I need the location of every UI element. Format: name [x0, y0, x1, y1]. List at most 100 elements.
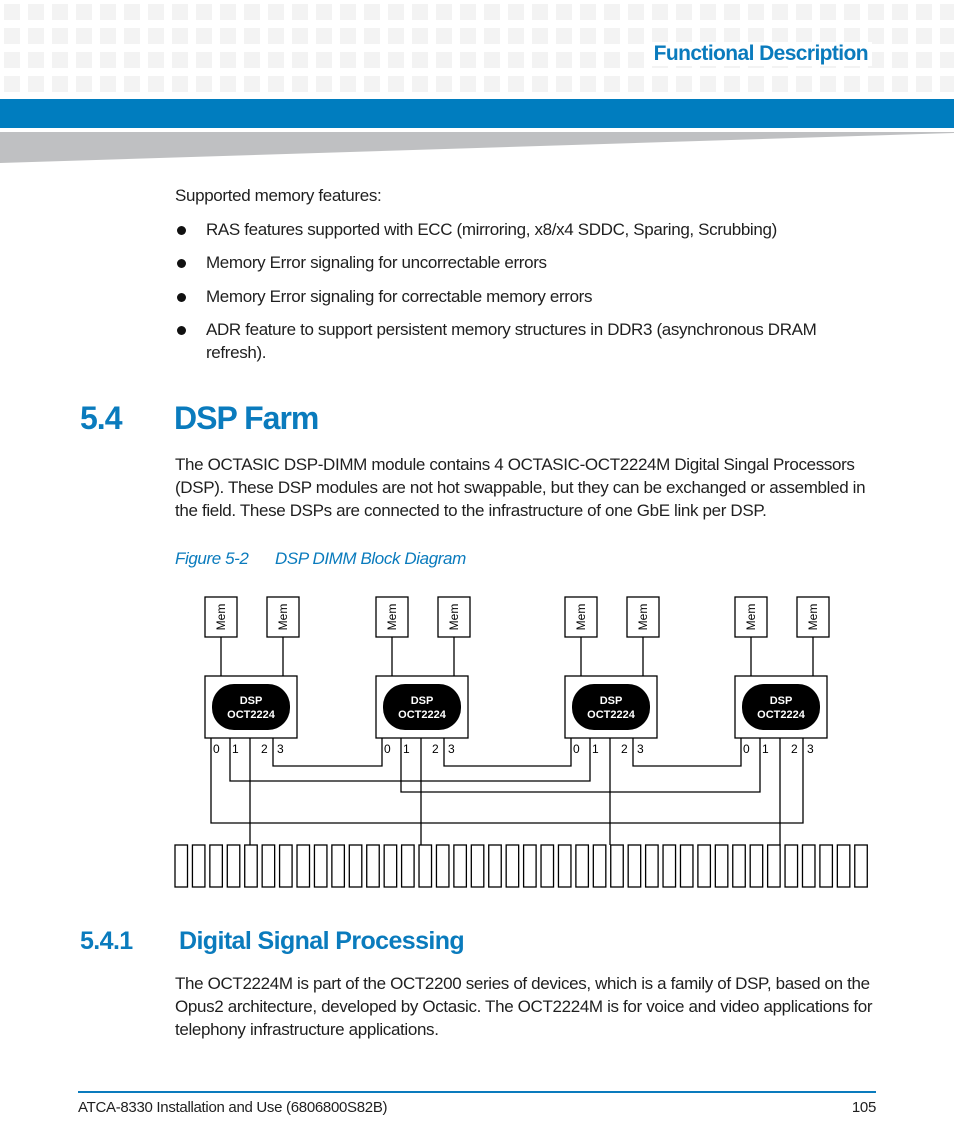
header-tile — [4, 76, 20, 92]
header-tile — [436, 76, 452, 92]
memory-module: Mem — [266, 596, 300, 676]
connector-pin — [540, 844, 555, 888]
dsp-model-label: OCT2224 — [398, 709, 447, 721]
connector-pin — [366, 844, 380, 888]
dsp-block: DSP OCT2224 0 1 2 3 — [204, 675, 298, 756]
link-line — [400, 738, 761, 793]
header-tile — [292, 76, 308, 92]
section-number: 5.4 — [80, 400, 122, 436]
memory-label: Mem — [806, 604, 820, 631]
header-tile — [268, 76, 284, 92]
memory-label: Mem — [385, 604, 399, 631]
memory-module: Mem — [564, 596, 598, 676]
memory-label: Mem — [636, 604, 650, 631]
connector-pin — [383, 844, 398, 888]
figure-caption: DSP DIMM Block Diagram — [275, 549, 466, 568]
header-tile — [844, 4, 860, 20]
header-tile — [820, 4, 836, 20]
connector-pin — [522, 844, 537, 888]
connector-pin — [331, 844, 346, 888]
header-tile — [364, 52, 380, 68]
port-label: 2 — [261, 742, 268, 756]
header-tile — [676, 4, 692, 20]
header-tile — [196, 76, 212, 92]
port-label: 0 — [573, 742, 580, 756]
header-tile — [268, 4, 284, 20]
dsp-block: DSP OCT2224 0 1 2 3 — [375, 675, 469, 756]
connector-pin — [801, 844, 816, 888]
header-tile — [76, 52, 92, 68]
dsp-model-label: OCT2224 — [227, 709, 276, 721]
bullet-item: Memory Error signaling for correctable m… — [175, 285, 875, 308]
link-line — [272, 738, 383, 767]
header-tile — [52, 4, 68, 20]
connector-pin — [313, 844, 328, 888]
connector-pin — [766, 844, 781, 888]
memory-module: Mem — [204, 596, 238, 676]
header-tile — [28, 4, 44, 20]
connector-pin — [261, 844, 276, 888]
bullet-icon — [177, 293, 186, 302]
header-tile — [556, 28, 572, 44]
connector-pin — [191, 844, 206, 888]
header-tile — [100, 28, 116, 44]
dsp-chip — [383, 684, 461, 730]
header-tile — [244, 76, 260, 92]
header-tile — [100, 76, 116, 92]
header-tile — [892, 76, 908, 92]
port-label: 0 — [213, 742, 220, 756]
header-tile — [436, 52, 452, 68]
bullet-item: Memory Error signaling for uncorrectable… — [175, 251, 875, 274]
connector-pin — [418, 844, 433, 888]
bullet-icon — [177, 259, 186, 268]
header-tile — [748, 76, 764, 92]
header-tile — [52, 76, 68, 92]
connector-pin — [732, 844, 746, 888]
port-label: 1 — [403, 742, 410, 756]
dsp-dimm-block-diagram: Mem MemDSPOCT22240 1 2 3Mem MemDSPOCT22240 1 2 3… — [174, 596, 868, 888]
header-tile — [292, 52, 308, 68]
section-title: DSP Farm — [174, 400, 319, 436]
header-tile — [460, 52, 476, 68]
dsp-label: DSP — [770, 695, 793, 707]
connector-pin — [592, 844, 607, 888]
connector-pin — [697, 844, 712, 888]
connector-pin — [505, 844, 520, 888]
dsp-block: DSP OCT2224 0 1 2 3 — [564, 675, 658, 756]
header-gray-wedge — [0, 132, 954, 163]
header-tile — [148, 52, 164, 68]
header-tile — [172, 76, 188, 92]
header-tile — [868, 76, 884, 92]
connector-pin — [453, 844, 468, 888]
connector-pin — [400, 844, 415, 888]
connector-pin — [662, 844, 677, 888]
header-tile — [148, 76, 164, 92]
connector-pin — [610, 844, 624, 888]
connector-pin — [784, 844, 799, 888]
port-label: 1 — [762, 742, 769, 756]
header-tile — [916, 52, 932, 68]
header-tile — [52, 52, 68, 68]
dsp-label: DSP — [240, 695, 263, 707]
header-tile — [76, 28, 92, 44]
header-tile — [700, 76, 716, 92]
header-tile — [340, 28, 356, 44]
header-accent-band — [0, 99, 954, 128]
header-tile — [340, 4, 356, 20]
header-tile — [28, 52, 44, 68]
header-tile — [412, 4, 428, 20]
header-tile — [484, 4, 500, 20]
footer-rule — [78, 1091, 876, 1093]
link-line — [229, 738, 591, 782]
header-tile — [916, 4, 932, 20]
bullet-text: Memory Error signaling for correctable m… — [206, 287, 593, 306]
header-tile — [940, 4, 954, 20]
connector-pin — [836, 844, 851, 888]
bullet-text: RAS features supported with ECC (mirrori… — [206, 220, 777, 239]
header-tile — [844, 76, 860, 92]
dsp-label: DSP — [411, 695, 434, 707]
header-tile — [76, 4, 92, 20]
connector-pin — [244, 844, 258, 888]
header-tile — [508, 4, 524, 20]
header-tile — [556, 76, 572, 92]
